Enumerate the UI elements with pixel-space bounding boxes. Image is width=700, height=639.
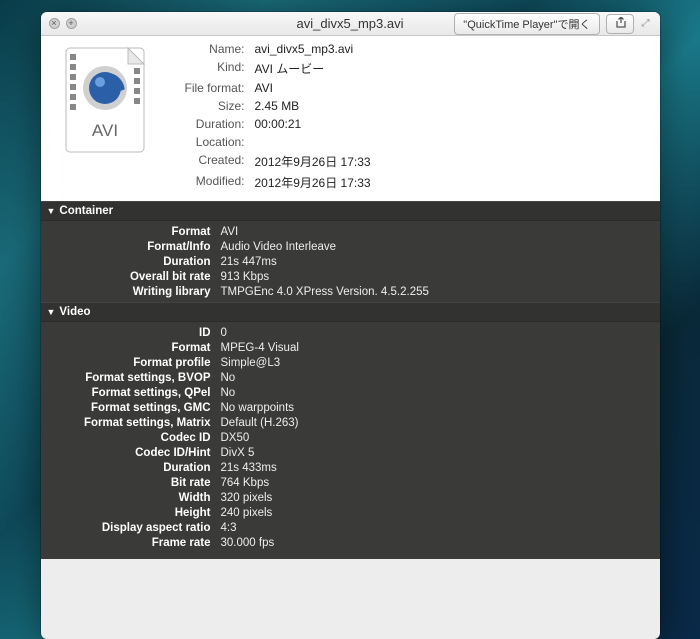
detail-value: DivX 5 [221,447,660,459]
detail-key: Format settings, Matrix [41,417,211,429]
detail-row: Width 320 pixels [41,490,660,505]
inspector-window: × + avi_divx5_mp3.avi "QuickTime Player"… [41,12,660,639]
detail-row: Format MPEG-4 Visual [41,340,660,355]
detail-key: Codec ID [41,432,211,444]
detail-key: Format settings, QPel [41,387,211,399]
detail-row: Format/Info Audio Video Interleave [41,239,660,254]
detail-key: Duration [41,462,211,474]
expand-icon[interactable]: ⤢ [640,18,652,29]
detail-row: Format settings, BVOP No [41,370,660,385]
section-container-body: Format AVI Format/Info Audio Video Interlea… [41,221,660,302]
detail-value: 764 Kbps [221,477,660,489]
detail-value: 4:3 [221,522,660,534]
summary-key: Modified: [163,174,245,191]
detail-row: Format settings, Matrix Default (H.263) [41,415,660,430]
detail-row: Format settings, QPel No [41,385,660,400]
detail-row: ID 0 [41,325,660,340]
summary-value: 2012年9月26日 17:33 [255,153,650,170]
detail-value: AVI [221,226,660,238]
summary-value: 2.45 MB [255,99,650,113]
details-pane: ▼ Container Format AVI Format/Info Audio Vi… [41,201,660,559]
section-title: Container [59,205,113,217]
section-video-header[interactable]: ▼ Video [41,302,660,322]
detail-key: Format [41,226,211,238]
detail-row: Codec ID DX50 [41,430,660,445]
detail-row: Format profile Simple@L3 [41,355,660,370]
section-container-header[interactable]: ▼ Container [41,201,660,221]
summary-value: AVI ムービー [255,60,650,77]
detail-row: Bit rate 764 Kbps [41,475,660,490]
summary-value [255,135,650,149]
detail-value: Simple@L3 [221,357,660,369]
detail-key: Codec ID/Hint [41,447,211,459]
detail-row: Writing library TMPGEnc 4.0 XPress Versio… [41,284,660,299]
detail-value: 240 pixels [221,507,660,519]
summary-key: Kind: [163,60,245,77]
summary-value: AVI [255,81,650,95]
detail-row: Codec ID/Hint DivX 5 [41,445,660,460]
open-with-button[interactable]: "QuickTime Player"で開く [454,13,599,35]
detail-key: Frame rate [41,537,211,549]
summary-key: Name: [163,42,245,56]
detail-key: Writing library [41,286,211,298]
disclosure-triangle-icon: ▼ [47,206,56,216]
detail-value: 320 pixels [221,492,660,504]
summary-key: Location: [163,135,245,149]
detail-key: Format [41,342,211,354]
detail-value: 21s 447ms [221,256,660,268]
detail-value: 913 Kbps [221,271,660,283]
detail-value: 21s 433ms [221,462,660,474]
detail-row: Frame rate 30.000 fps [41,535,660,550]
detail-key: Width [41,492,211,504]
window-controls: × + [49,18,77,29]
detail-value: MPEG-4 Visual [221,342,660,354]
detail-value: Audio Video Interleave [221,241,660,253]
detail-row: Duration 21s 447ms [41,254,660,269]
detail-value: TMPGEnc 4.0 XPress Version. 4.5.2.255 [221,286,660,298]
detail-key: Format profile [41,357,211,369]
detail-row: Format settings, GMC No warppoints [41,400,660,415]
detail-value: Default (H.263) [221,417,660,429]
summary-value: 00:00:21 [255,117,650,131]
summary-key: File format: [163,81,245,95]
detail-row: Overall bit rate 913 Kbps [41,269,660,284]
detail-value: No warppoints [221,402,660,414]
detail-key: Duration [41,256,211,268]
summary-key: Created: [163,153,245,170]
detail-key: Height [41,507,211,519]
section-title: Video [59,306,90,318]
summary-grid: Name: avi_divx5_mp3.avi Kind: AVI ムービー Fil… [159,42,650,191]
file-icon-badge: AVI [91,121,117,140]
detail-value: No [221,372,660,384]
detail-value: DX50 [221,432,660,444]
detail-key: Bit rate [41,477,211,489]
summary-key: Size: [163,99,245,113]
detail-key: Overall bit rate [41,271,211,283]
detail-value: No [221,387,660,399]
detail-value: 30.000 fps [221,537,660,549]
titlebar: × + avi_divx5_mp3.avi "QuickTime Player"… [41,12,660,36]
file-icon: AVI [51,42,159,191]
disclosure-triangle-icon: ▼ [47,307,56,317]
detail-key: Format settings, GMC [41,402,211,414]
detail-row: Display aspect ratio 4:3 [41,520,660,535]
detail-row: Height 240 pixels [41,505,660,520]
summary-value: 2012年9月26日 17:33 [255,174,650,191]
summary-value: avi_divx5_mp3.avi [255,42,650,56]
close-window-button[interactable]: × [49,18,60,29]
detail-row: Duration 21s 433ms [41,460,660,475]
detail-row: Format AVI [41,224,660,239]
add-window-button[interactable]: + [66,18,77,29]
share-icon [613,17,627,28]
detail-key: Display aspect ratio [41,522,211,534]
section-video-body: ID 0 Format MPEG-4 Visual Format profile Simp… [41,322,660,553]
detail-value: 0 [221,327,660,339]
summary-key: Duration: [163,117,245,131]
detail-key: Format settings, BVOP [41,372,211,384]
share-button[interactable] [606,14,634,34]
detail-key: Format/Info [41,241,211,253]
detail-key: ID [41,327,211,339]
summary-pane: AVI Name: avi_divx5_mp3.avi Kind: AVI ムービー… [41,36,660,201]
